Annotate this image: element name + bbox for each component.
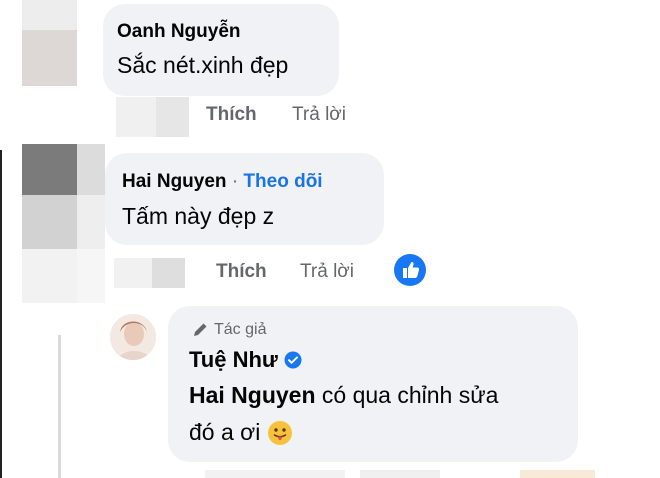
comment-2-like-button[interactable]: Thích [216,261,267,283]
comment-1-like-button[interactable]: Thích [206,104,257,126]
like-reaction-icon [393,253,427,287]
reply-avatar [110,314,156,360]
comment-2-reply-button[interactable]: Trả lời [300,261,354,283]
comment-2-author[interactable]: Hai Nguyen [122,171,227,192]
reply-thread-line [58,335,61,478]
tongue-face-emoji-icon [267,420,292,445]
reply-mention[interactable]: Hai Nguyen [189,382,316,408]
comment-2-bubble: Hai Nguyen · Theo dõi Tấm này đẹp z [105,153,384,245]
thread-line [0,150,2,478]
reply-text-line2: đó a ơi [189,419,267,445]
comment-1-author[interactable]: Oanh Nguyễn [117,21,241,43]
comment-2-separator: · [231,171,239,192]
comment-2-follow-link[interactable]: Theo dõi [243,171,322,192]
comment-2-text: Tấm này đẹp z [122,203,275,229]
pencil-icon [194,323,207,336]
comment-1-reply-button[interactable]: Trả lời [292,104,346,126]
reply-author[interactable]: Tuệ Như [189,347,278,373]
verified-badge-icon [284,351,302,369]
comment-1-text: Sắc nét.xinh đẹp [117,52,289,78]
author-badge-label: Tác giả [214,321,267,338]
reply-bubble: Tác giả Tuệ Như Hai Nguyen có qua chỉnh … [168,306,578,462]
comment-1-bubble: Oanh Nguyễn Sắc nét.xinh đẹp [103,4,339,96]
author-badge: Tác giả [191,321,266,339]
reply-text-line1: có qua chỉnh sửa [315,382,499,408]
